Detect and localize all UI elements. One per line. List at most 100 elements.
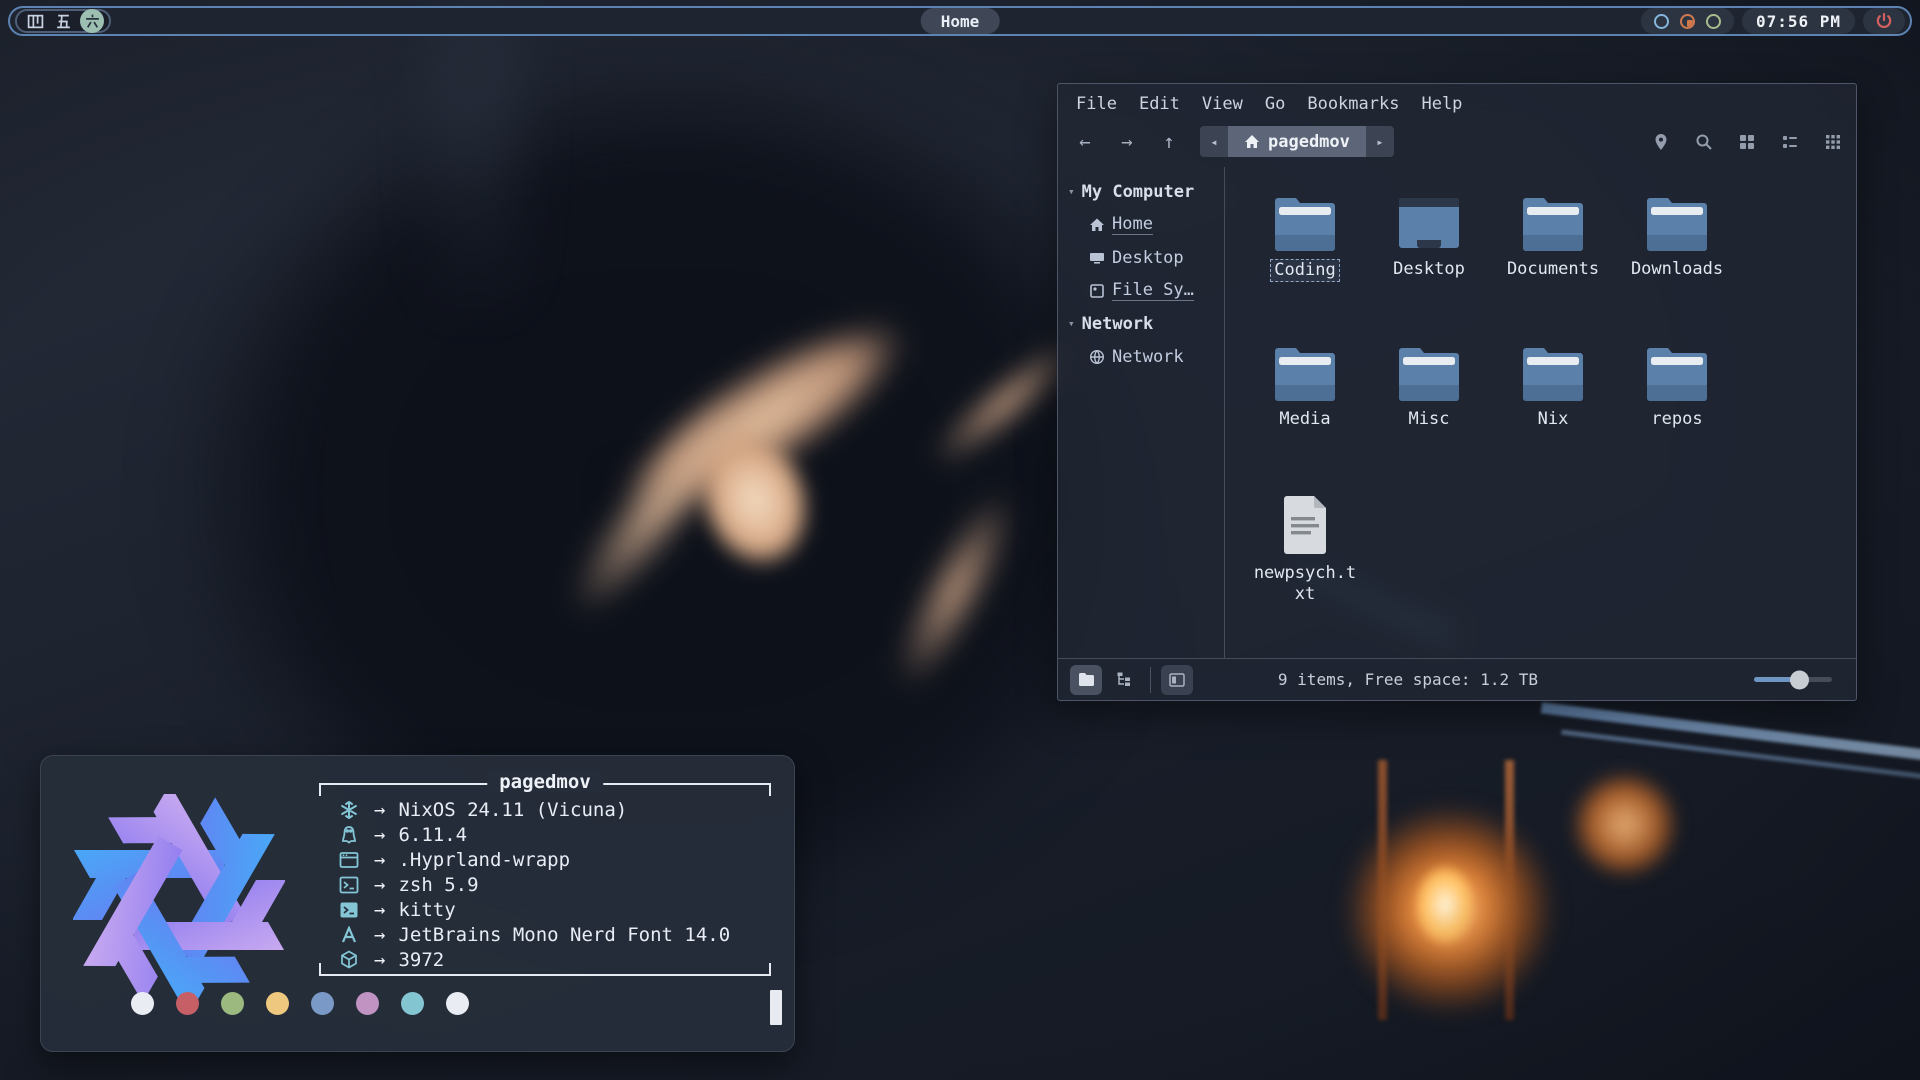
box-corner xyxy=(769,785,771,796)
folder-icon xyxy=(1644,195,1710,251)
file-label: Nix xyxy=(1535,409,1572,430)
compact-view-icon[interactable] xyxy=(1824,133,1842,151)
fetch-row-kernel: → 6.11.4 xyxy=(337,822,771,847)
slider-track[interactable] xyxy=(1754,677,1832,682)
workspace-switcher xyxy=(15,9,111,33)
menu-view[interactable]: View xyxy=(1202,94,1243,114)
path-segment-label: pagedmov xyxy=(1268,132,1350,152)
workspace-5[interactable] xyxy=(54,12,72,30)
file-label: Downloads xyxy=(1628,259,1726,280)
collapse-caret-icon[interactable]: ▾ xyxy=(1068,185,1075,198)
back-button[interactable]: ← xyxy=(1072,131,1098,153)
home-icon xyxy=(1089,217,1105,233)
sidebar-section-label: My Computer xyxy=(1082,182,1195,202)
clock[interactable]: 07:56 PM xyxy=(1742,8,1855,34)
indicator-orange-icon[interactable] xyxy=(1680,14,1695,29)
sidebar-section-my-computer[interactable]: ▾ My Computer xyxy=(1068,175,1220,208)
collapse-caret-icon[interactable]: ▾ xyxy=(1068,317,1075,330)
zoom-slider[interactable] xyxy=(1754,671,1832,689)
menu-help[interactable]: Help xyxy=(1421,94,1462,114)
menu-go[interactable]: Go xyxy=(1265,94,1285,114)
fetch-row-terminal: → kitty xyxy=(337,897,771,922)
desktop-icon xyxy=(1089,250,1105,266)
location-pin-icon[interactable] xyxy=(1652,133,1670,151)
text-file-icon xyxy=(1280,495,1330,555)
show-places-button[interactable] xyxy=(1070,665,1102,695)
sidebar-item-network[interactable]: Network xyxy=(1068,340,1220,373)
fetch-rows: → NixOS 24.11 (Vicuna) → 6.11.4 xyxy=(319,785,771,972)
file-item-newpsych-txt[interactable]: newpsych.txt xyxy=(1243,481,1367,631)
search-icon[interactable] xyxy=(1695,133,1713,151)
terminal-color-palette xyxy=(131,992,469,1015)
menu-bookmarks[interactable]: Bookmarks xyxy=(1307,94,1399,114)
network-globe-icon xyxy=(1089,349,1105,365)
power-button[interactable] xyxy=(1863,8,1905,34)
sidebar-item-label: File Sy… xyxy=(1112,280,1194,301)
file-item-media[interactable]: Media xyxy=(1243,331,1367,481)
folder-icon xyxy=(1520,195,1586,251)
file-item-misc[interactable]: Misc xyxy=(1367,331,1491,481)
sidebar-item-label: Network xyxy=(1112,347,1184,367)
file-item-coding[interactable]: Coding xyxy=(1243,181,1367,331)
workspace-6-active[interactable] xyxy=(80,9,104,33)
workspace-5-glyph xyxy=(55,13,72,30)
file-item-nix[interactable]: Nix xyxy=(1491,331,1615,481)
toggle-side-pane-button[interactable] xyxy=(1161,665,1193,695)
slider-fill xyxy=(1754,677,1795,682)
fetch-value-kernel: 6.11.4 xyxy=(398,824,467,846)
up-button[interactable]: ↑ xyxy=(1156,131,1182,153)
sidebar-item-home[interactable]: Home xyxy=(1068,208,1220,241)
icon-view-icon[interactable] xyxy=(1738,133,1756,151)
menu-edit[interactable]: Edit xyxy=(1139,94,1180,114)
arrow-glyph: → xyxy=(374,849,385,871)
show-tree-button[interactable] xyxy=(1108,665,1140,695)
menu-file[interactable]: File xyxy=(1076,94,1117,114)
list-view-icon[interactable] xyxy=(1781,133,1799,151)
palette-dot xyxy=(446,992,469,1015)
sidebar-section-network[interactable]: ▾ Network xyxy=(1068,307,1220,340)
sidebar-item-filesystem[interactable]: File Sy… xyxy=(1068,274,1220,307)
palette-dot xyxy=(401,992,424,1015)
box-corner xyxy=(319,963,321,974)
path-scroll-left-button[interactable]: ◂ xyxy=(1200,126,1228,157)
file-item-desktop[interactable]: Desktop xyxy=(1367,181,1491,331)
file-label: Media xyxy=(1276,409,1333,430)
file-label: Misc xyxy=(1406,409,1453,430)
fetch-row-font: → JetBrains Mono Nerd Font 14.0 xyxy=(337,922,771,947)
file-grid: Coding Desktop Documents xyxy=(1224,167,1856,658)
palette-dot xyxy=(311,992,334,1015)
workspace-4[interactable] xyxy=(26,12,44,30)
folder-icon xyxy=(1396,345,1462,401)
fetch-row-shell: → zsh 5.9 xyxy=(337,872,771,897)
folder-icon xyxy=(1272,195,1338,251)
terminal-window[interactable]: pagedmov → NixOS 24.11 (Vicuna) xyxy=(40,755,795,1052)
folder-icon xyxy=(1272,345,1338,401)
indicator-green-icon[interactable] xyxy=(1706,14,1721,29)
tree-view-icon xyxy=(1116,672,1133,687)
sidebar-item-desktop[interactable]: Desktop xyxy=(1068,241,1220,274)
sidebar-item-label: Home xyxy=(1112,214,1153,235)
statusbar-separator xyxy=(1150,667,1151,693)
wm-icon xyxy=(337,851,361,869)
folder-pane-icon xyxy=(1078,672,1095,687)
arrow-glyph: → xyxy=(374,949,385,971)
filesystem-icon xyxy=(1089,283,1105,299)
fetch-value-shell: zsh 5.9 xyxy=(398,874,478,896)
path-segment-home[interactable]: pagedmov xyxy=(1228,126,1366,157)
path-scroll-right-button[interactable]: ▸ xyxy=(1366,126,1394,157)
folder-icon xyxy=(1644,345,1710,401)
file-label: Documents xyxy=(1504,259,1602,280)
arrow-glyph: → xyxy=(374,799,385,821)
fetch-value-packages: 3972 xyxy=(398,949,444,971)
file-item-repos[interactable]: repos xyxy=(1615,331,1739,481)
forward-button[interactable]: → xyxy=(1114,131,1140,153)
file-item-documents[interactable]: Documents xyxy=(1491,181,1615,331)
packages-icon xyxy=(337,950,361,969)
status-indicators xyxy=(1641,8,1734,34)
slider-knob[interactable] xyxy=(1790,670,1809,689)
palette-dot xyxy=(221,992,244,1015)
indicator-blue-icon[interactable] xyxy=(1654,14,1669,29)
fetch-hostname: pagedmov xyxy=(487,771,603,793)
fetch-info-box: pagedmov → NixOS 24.11 (Vicuna) xyxy=(319,783,771,976)
file-item-downloads[interactable]: Downloads xyxy=(1615,181,1739,331)
